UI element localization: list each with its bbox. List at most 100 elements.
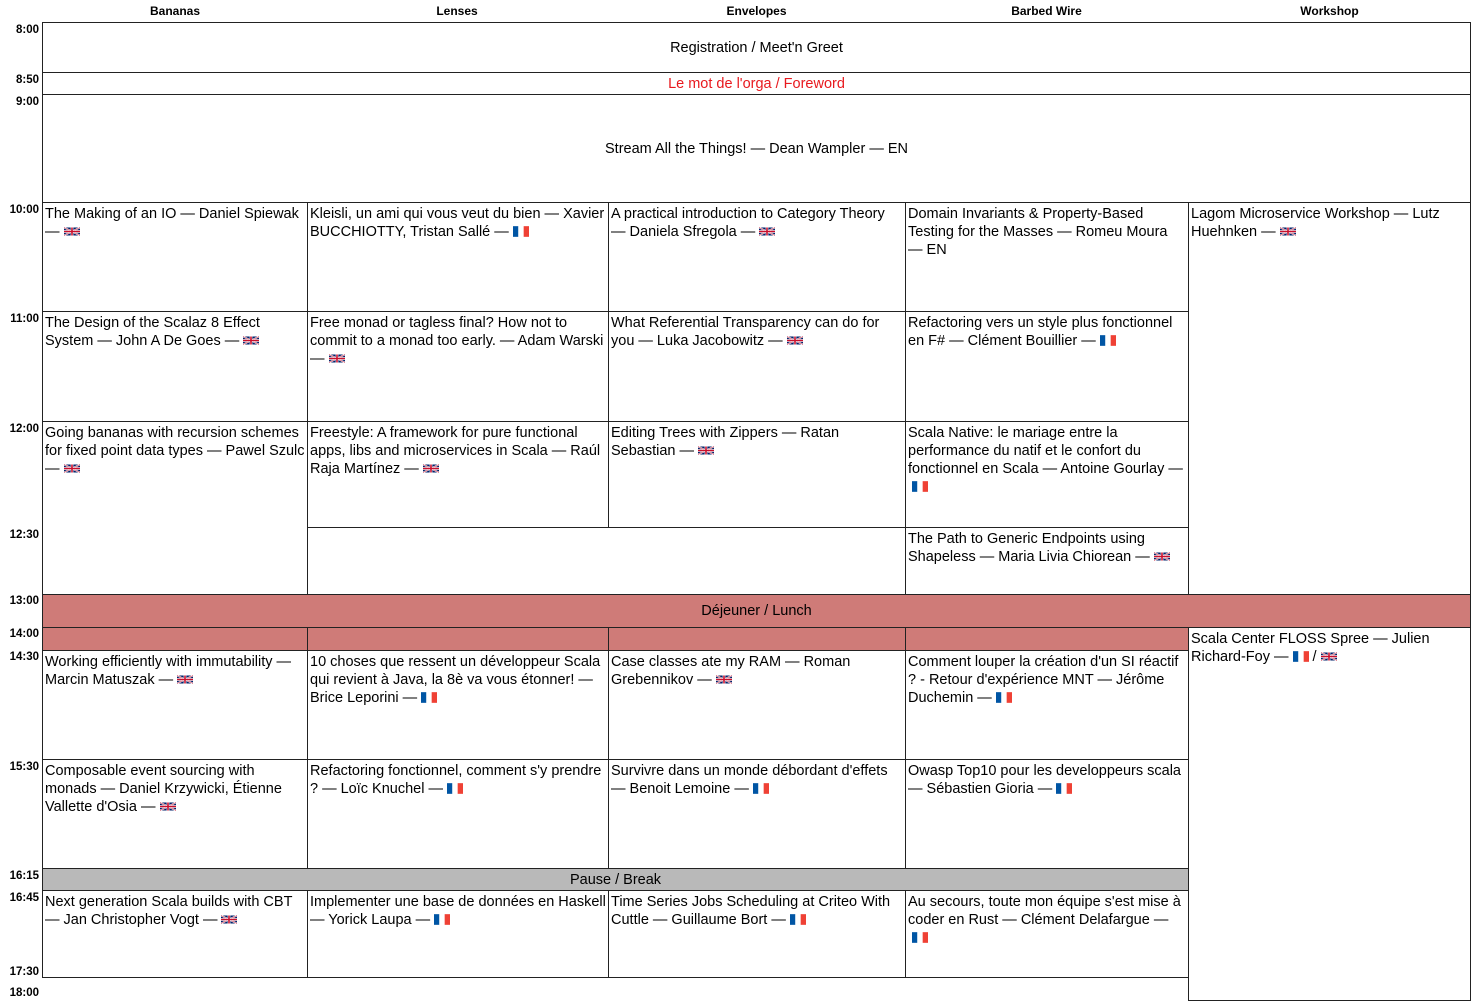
session-cell[interactable]: The Path to Generic Endpoints using Shap… [905, 527, 1189, 595]
session-title: What Referential Transparency can do for… [611, 315, 880, 349]
session-cell[interactable]: Scala Native: le mariage entre la perfor… [905, 421, 1189, 528]
session-cell[interactable]: Kleisli, un ami qui vous veut du bien — … [307, 202, 609, 312]
plenary-label: Le mot de l'orga / Foreword [668, 75, 845, 92]
column-header-bananas: Bananas [149, 4, 201, 18]
uk-flag-icon [1280, 226, 1296, 237]
session-title: Implementer une base de données en Haske… [310, 894, 606, 928]
fr-flag-icon [1056, 783, 1072, 794]
fr-flag-icon [434, 914, 450, 925]
session-cell[interactable]: What Referential Transparency can do for… [608, 311, 906, 422]
time-label: 10:00 [9, 204, 39, 216]
column-header-workshop: Workshop [1300, 4, 1359, 18]
session-cell[interactable]: The Design of the Scalaz 8 Effect System… [42, 311, 308, 422]
session-cell[interactable]: Going bananas with recursion schemes for… [42, 421, 308, 595]
plenary-keynote[interactable]: Stream All the Things! — Dean Wampler — … [42, 94, 1471, 203]
uk-flag-icon [423, 463, 439, 474]
uk-flag-icon [759, 226, 775, 237]
time-label: 17:30 [9, 966, 39, 978]
session-title: 10 choses que ressent un développeur Sca… [310, 654, 601, 706]
session-title: Scala Center FLOSS Spree — Julien Richar… [1191, 631, 1430, 665]
uk-flag-icon [64, 463, 80, 474]
uk-flag-icon [177, 674, 193, 685]
fr-flag-icon [421, 692, 437, 703]
session-title: Next generation Scala builds with CBT — … [45, 894, 293, 928]
session-cell[interactable]: Next generation Scala builds with CBT — … [42, 890, 308, 978]
session-title: Owasp Top10 pour les developpeurs scala … [908, 763, 1181, 797]
session-title: Working efficiently with immutability — … [45, 654, 292, 688]
flag-separator: / [1312, 649, 1317, 665]
plenary-registration[interactable]: Registration / Meet'n Greet [42, 22, 1471, 73]
uk-flag-icon [1321, 651, 1337, 662]
time-label: 12:30 [9, 529, 39, 541]
lunch-band: Déjeuner / Lunch [42, 594, 1471, 628]
fr-flag-icon [790, 914, 806, 925]
session-title: Free monad or tagless final? How not to … [310, 315, 604, 367]
fr-flag-icon [1100, 335, 1116, 346]
time-label: 18:00 [9, 987, 39, 999]
session-cell[interactable]: Au secours, toute mon équipe s'est mise … [905, 890, 1189, 978]
session-cell[interactable]: Freestyle: A framework for pure function… [307, 421, 609, 528]
uk-flag-icon [243, 335, 259, 346]
session-cell[interactable]: Owasp Top10 pour les developpeurs scala … [905, 759, 1189, 869]
time-label: 8:50 [15, 74, 39, 86]
session-cell[interactable]: 10 choses que ressent un développeur Sca… [307, 650, 609, 760]
session-cell[interactable]: Implementer une base de données en Haske… [307, 890, 609, 978]
session-cell[interactable]: Working efficiently with immutability — … [42, 650, 308, 760]
session-title: Time Series Jobs Scheduling at Criteo Wi… [611, 894, 891, 928]
time-label: 9:00 [15, 96, 39, 108]
lunch-band-extension [42, 627, 308, 651]
session-title: Lagom Microservice Workshop — Lutz Huehn… [1191, 206, 1440, 240]
break-label: Pause / Break [569, 871, 662, 888]
fr-flag-icon [447, 783, 463, 794]
session-cell[interactable]: Refactoring fonctionnel, comment s'y pre… [307, 759, 609, 869]
session-cell[interactable]: Refactoring vers un style plus fonctionn… [905, 311, 1189, 422]
fr-flag-icon [996, 692, 1012, 703]
time-label: 15:30 [9, 761, 39, 773]
plenary-label: Stream All the Things! — Dean Wampler — … [605, 140, 908, 157]
time-label: 11:00 [10, 313, 39, 325]
session-cell[interactable]: A practical introduction to Category The… [608, 202, 906, 312]
plenary-label: Registration / Meet'n Greet [670, 39, 843, 56]
session-title: Editing Trees with Zippers — Ratan Sebas… [611, 425, 840, 459]
fr-flag-icon [513, 226, 529, 237]
session-cell[interactable]: Editing Trees with Zippers — Ratan Sebas… [608, 421, 906, 528]
session-cell[interactable]: Domain Invariants & Property-Based Testi… [905, 202, 1189, 312]
session-title: The Path to Generic Endpoints using Shap… [908, 531, 1150, 565]
session-cell[interactable]: Case classes ate my RAM — Roman Grebenni… [608, 650, 906, 760]
session-cell[interactable]: Composable event sourcing with monads — … [42, 759, 308, 869]
session-cell[interactable]: The Making of an IO — Daniel Spiewak — [42, 202, 308, 312]
plenary-foreword[interactable]: Le mot de l'orga / Foreword [42, 72, 1471, 95]
uk-flag-icon [64, 226, 80, 237]
column-header-envelopes: Envelopes [726, 4, 787, 18]
session-title: Kleisli, un ami qui vous veut du bien — … [310, 206, 605, 240]
time-label: 14:30 [9, 651, 39, 663]
session-title: Domain Invariants & Property-Based Testi… [908, 206, 1168, 258]
fr-flag-icon [912, 932, 928, 943]
break-band: Pause / Break [42, 868, 1189, 891]
workshop-cell[interactable]: Scala Center FLOSS Spree — Julien Richar… [1188, 627, 1471, 1001]
uk-flag-icon [1154, 551, 1170, 562]
time-label: 13:00 [9, 595, 39, 607]
time-label: 16:15 [9, 870, 39, 882]
session-title: Freestyle: A framework for pure function… [310, 425, 601, 477]
time-label: 12:00 [9, 423, 39, 435]
uk-flag-icon [160, 801, 176, 812]
session-cell[interactable]: Comment louper la création d'un SI réact… [905, 650, 1189, 760]
workshop-cell[interactable]: Lagom Microservice Workshop — Lutz Huehn… [1188, 202, 1471, 595]
session-cell[interactable]: Survivre dans un monde débordant d'effet… [608, 759, 906, 869]
uk-flag-icon [329, 353, 345, 364]
lunch-label: Déjeuner / Lunch [701, 603, 812, 619]
session-title: The Making of an IO — Daniel Spiewak — [45, 206, 299, 240]
session-title: Refactoring vers un style plus fonctionn… [908, 315, 1173, 349]
lunch-band-extension [608, 627, 906, 651]
time-label: 14:00 [9, 628, 39, 640]
uk-flag-icon [787, 335, 803, 346]
session-cell[interactable]: Free monad or tagless final? How not to … [307, 311, 609, 422]
session-title: Au secours, toute mon équipe s'est mise … [908, 894, 1181, 928]
uk-flag-icon [698, 445, 714, 456]
session-cell[interactable]: Time Series Jobs Scheduling at Criteo Wi… [608, 890, 906, 978]
session-title: Comment louper la création d'un SI réact… [908, 654, 1179, 706]
time-label: 16:45 [9, 892, 39, 904]
uk-flag-icon [221, 914, 237, 925]
column-header-barbed-wire: Barbed Wire [1011, 4, 1082, 18]
